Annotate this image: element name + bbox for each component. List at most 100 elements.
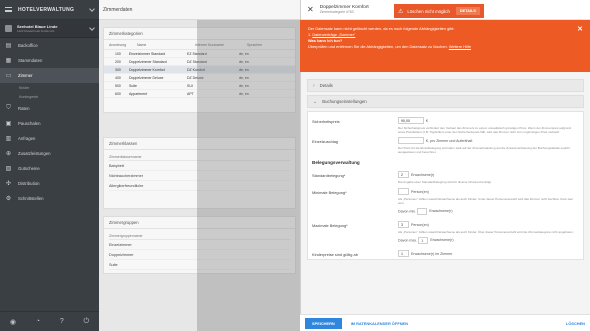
warning-text: Löschen nicht möglich: [407, 8, 450, 14]
close-alert-icon[interactable]: ✕: [577, 26, 583, 33]
sidebar-item-gutscheine[interactable]: ▧ Gutscheine: [0, 161, 99, 176]
sidebar-item-label: Raten: [18, 106, 30, 111]
field-help: Der Sicherheitspreis verhindert den Verk…: [398, 126, 572, 134]
sidebar-item-raten[interactable]: ⛉ Raten: [0, 101, 99, 116]
help-link[interactable]: Weitere Hilfe: [449, 44, 471, 49]
overlay-backdrop[interactable]: [197, 20, 300, 331]
min-occupancy-input[interactable]: [398, 188, 409, 195]
field-help: Als „Personen“ zählen sowohl Erwachsene …: [398, 230, 574, 234]
unit-label: €, pro Zimmer und Aufenthalt: [426, 138, 473, 143]
sidebar-item-stammdaten[interactable]: ▦ Stammdaten: [0, 53, 99, 68]
sidebar-item-zusatzleistungen[interactable]: ⊕ Zusatzleistungen: [0, 146, 99, 161]
delete-button[interactable]: LÖSCHEN: [566, 321, 585, 326]
security-price-row: Sicherheitspreis 90,00 € Der Sicherheitsp…: [312, 117, 579, 134]
accordion-label: Details: [319, 83, 333, 88]
power-icon[interactable]: ⏻: [84, 318, 90, 326]
security-price-input[interactable]: 90,00: [398, 117, 424, 124]
cell-order: 300: [115, 67, 121, 72]
field-help: Die Angabe einer Standardbelegung wird f…: [398, 180, 492, 184]
cell-order: 200: [115, 59, 121, 64]
sidebar-subitem-kinder[interactable]: Kinder: [0, 83, 99, 92]
accordion-details[interactable]: › Details: [307, 79, 584, 92]
sidebar-item-label: Backoffice: [18, 43, 38, 48]
dependency-link[interactable]: Datenverträge „Sommer“: [312, 32, 355, 37]
chevron-down-icon: ⌄: [313, 98, 318, 105]
sidebar-item-label: Anfragen: [18, 136, 36, 141]
hotel-icon: [5, 25, 12, 32]
standard-occupancy-row: Standardbelegung* 2 Erwachsene(r) Die Ang…: [312, 171, 579, 184]
details-button[interactable]: DETAILS: [455, 7, 480, 15]
database-icon: ▦: [5, 58, 12, 64]
share-icon: ✣: [5, 181, 12, 187]
hotel-switcher[interactable]: Seehotel Blaue Linde 1122 Musterhotel Gm…: [0, 20, 99, 38]
sidebar-item-label: Pauschalen: [18, 121, 41, 126]
drawer-footer: SPEICHERN IM RATENKALENDER ÖFFNEN LÖSCHE…: [300, 314, 590, 331]
hamburger-menu-icon[interactable]: [5, 7, 12, 12]
chevron-down-icon[interactable]: [89, 24, 95, 31]
alert-answer-text: Überprüfen und entfernen Sie die Abhängi…: [308, 44, 448, 49]
column-header[interactable]: Anordnung: [109, 43, 137, 47]
sidebar-item-label: Distribution: [18, 181, 40, 186]
field-help: Der Preis für die Einzelbelegung wird da…: [398, 146, 570, 154]
drawer-body: › Details ⌄ Buchungseinstellungen Sicherhe…: [307, 79, 584, 312]
chevron-down-icon[interactable]: [89, 5, 95, 12]
briefcase-icon: ▤: [5, 43, 12, 49]
bed-icon: ▭: [5, 73, 12, 79]
child-price-row: Kinderpreise sind gültig ab 1 Erwachsene(…: [312, 250, 579, 257]
package-icon: ▣: [5, 121, 12, 127]
field-label: Sicherheitspreis: [312, 119, 340, 124]
booking-settings-section: Sicherheitspreis 90,00 € Der Sicherheitsp…: [307, 111, 584, 260]
help-icon[interactable]: ?: [60, 318, 64, 325]
sidebar-item-label: Schnittstellen: [18, 196, 44, 201]
child-price-threshold-input[interactable]: 1: [398, 250, 409, 257]
sidebar-item-label: Stammdaten: [18, 58, 43, 63]
alert-answer: Überprüfen und entfernen Sie die Abhängi…: [308, 44, 582, 50]
single-supplement-input[interactable]: [398, 137, 424, 144]
sub-label: Davon min.: [398, 209, 417, 214]
field-label: Minimale Belegung*: [312, 190, 347, 195]
standard-occupancy-input[interactable]: 2: [398, 171, 409, 178]
sidebar-item-anfragen[interactable]: ▥ Anfragen: [0, 131, 99, 146]
field-label: Einzelzuschlag: [312, 139, 338, 144]
sidebar-item-distribution[interactable]: ✣ Distribution: [0, 176, 99, 191]
min-occupancy-row: Minimale Belegung* Person(en) Als „Perso…: [312, 188, 579, 219]
sidebar-header[interactable]: HOTELVERWALTUNG: [0, 0, 99, 20]
user-icon[interactable]: ◉: [10, 318, 16, 326]
close-icon[interactable]: ✕: [307, 5, 314, 14]
hotel-company: 1122 Musterhotel GmbH AG: [17, 28, 55, 33]
bell-icon[interactable]: ◔: [36, 318, 40, 325]
voucher-icon: ▧: [5, 166, 12, 172]
unit-label: Erwachsene(r): [430, 238, 454, 243]
field-help: Als „Personen“ zählen sowohl Erwachsene …: [398, 197, 574, 205]
column-header[interactable]: Name: [137, 43, 195, 47]
sidebar-item-zimmer[interactable]: ▭ Zimmer: [0, 68, 99, 83]
max-adults-input[interactable]: 1: [418, 237, 429, 244]
accordion-booking-settings[interactable]: ⌄ Buchungseinstellungen: [307, 95, 584, 108]
cell-order: 100: [115, 51, 121, 56]
sidebar-item-backoffice[interactable]: ▤ Backoffice: [0, 38, 99, 53]
cell-order: 500: [115, 83, 121, 88]
unit-label: Erwachsene(r) im Zimmer: [411, 251, 453, 256]
field-label: Maximale Belegung*: [312, 223, 348, 228]
sidebar-item-pauschalen[interactable]: ▣ Pauschalen: [0, 116, 99, 131]
save-button[interactable]: SPEICHERN: [305, 317, 342, 329]
open-rate-calendar-button[interactable]: IM RATENKALENDER ÖFFNEN: [351, 321, 408, 326]
sidebar-item-schnittstellen[interactable]: ⚙ Schnittstellen: [0, 191, 99, 206]
cell-name: Doppelzimmer Deluxe: [129, 75, 164, 80]
sidebar-subitem-kontingente[interactable]: Kontingente: [0, 92, 99, 101]
accordion-label: Buchungseinstellungen: [322, 99, 367, 104]
unit-label: Person(en): [411, 222, 429, 227]
min-adults-input[interactable]: [417, 208, 428, 215]
chevron-right-icon: ›: [313, 82, 315, 89]
warning-icon: ⚠: [398, 8, 404, 15]
currency-unit: €: [426, 118, 428, 123]
sidebar-item-label: Zimmer: [18, 73, 33, 78]
price-tag-icon: ⛉: [6, 105, 11, 111]
dependency-alert: ✕ Der Datensatz kann nicht gelöscht werd…: [300, 20, 590, 72]
delete-warning-badge: ⚠ Löschen nicht möglich DETAILS: [394, 4, 484, 18]
single-supplement-row: Einzelzuschlag €, pro Zimmer und Aufenth…: [312, 137, 579, 154]
app-title: HOTELVERWALTUNG: [18, 6, 75, 13]
inbox-icon: ▥: [5, 136, 12, 142]
max-occupancy-input[interactable]: 3: [398, 221, 409, 228]
alert-question-text: Was kann ich tun?: [308, 38, 343, 43]
